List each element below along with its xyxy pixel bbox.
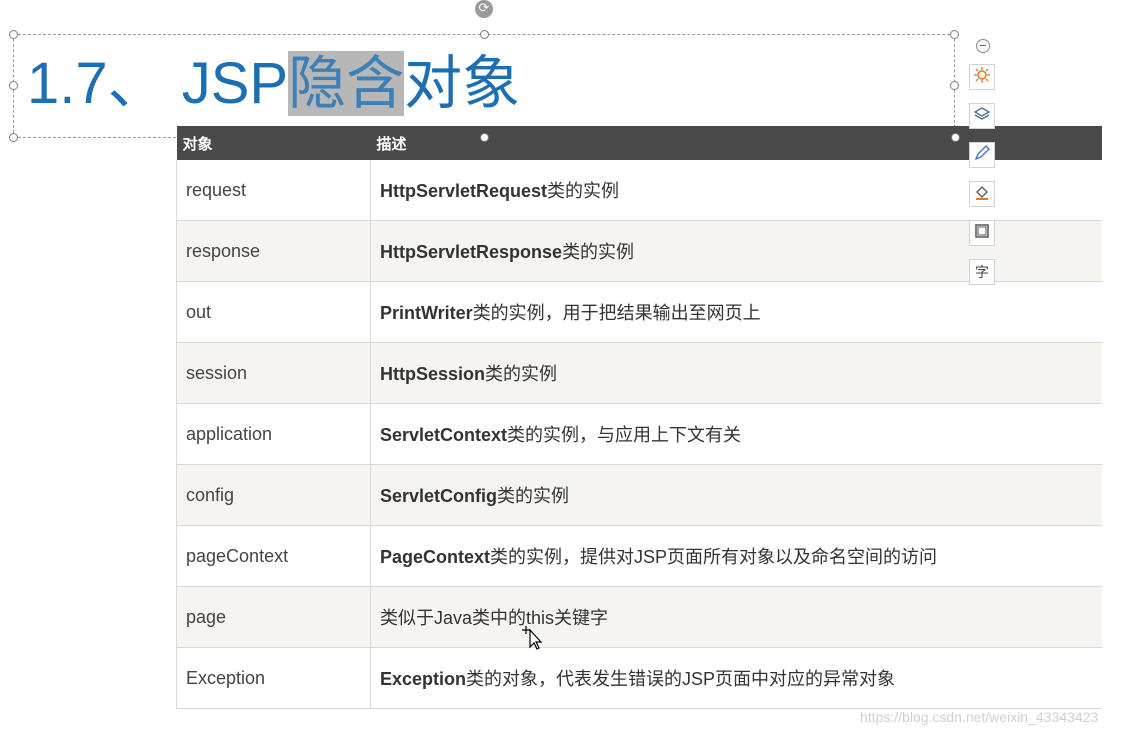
description-text: 类的实例，提供对JSP页面所有对象以及命名空间的访问 — [490, 547, 938, 567]
object-cell: request — [176, 160, 371, 221]
animation-icon — [973, 66, 991, 88]
title-selected-text: 隐含 — [288, 51, 405, 116]
table-handle-top-right[interactable] — [951, 133, 960, 142]
class-name: PageContext — [380, 547, 491, 567]
object-cell: pageContext — [176, 525, 371, 587]
object-cell: response — [176, 220, 371, 282]
description-text: 类的实例 — [497, 486, 570, 506]
table-row: Exception Exception类的对象，代表发生错误的JSP页面中对应的… — [176, 647, 1102, 709]
description-text: 类的实例 — [562, 242, 635, 262]
mouse-cursor-icon — [522, 626, 543, 650]
table-row: response HttpServletResponse类的实例 — [176, 220, 1102, 282]
table-handle-top-mid[interactable] — [480, 133, 489, 142]
description-cell: Exception类的对象，代表发生错误的JSP页面中对应的异常对象 — [370, 647, 1102, 709]
object-cell: application — [176, 403, 371, 465]
object-cell: out — [176, 281, 371, 343]
collapse-icon[interactable] — [976, 39, 990, 53]
description-text: 类的实例，用于把结果输出至网页上 — [472, 303, 761, 323]
watermark-text: https://blog.csdn.net/weixin_43343423 — [860, 709, 1099, 725]
description-cell: ServletContext类的实例，与应用上下文有关 — [370, 403, 1102, 465]
table-header-row: 对象 描述 — [176, 126, 1102, 160]
table-row: config ServletConfig类的实例 — [176, 464, 1102, 526]
class-name: PrintWriter — [380, 303, 473, 323]
description-cell: PageContext类的实例，提供对JSP页面所有对象以及命名空间的访问 — [370, 525, 1102, 587]
title-prefix: 1.7、 JSP — [27, 51, 289, 116]
class-name: HttpServletResponse — [380, 242, 563, 262]
resize-handle-tl[interactable] — [9, 30, 18, 39]
description-text: 类的实例 — [485, 364, 558, 384]
class-name: HttpServletRequest — [380, 181, 548, 201]
class-name: ServletContext — [380, 425, 508, 445]
resize-handle-ml[interactable] — [9, 81, 18, 90]
description-cell: 类似于Java类中的this关键字 — [370, 586, 1102, 648]
table-row: request HttpServletRequest类的实例 — [176, 160, 1102, 221]
description-text: 类似于Java类中的this关键字 — [380, 608, 609, 628]
header-object: 对象 — [176, 126, 371, 160]
pen-icon — [973, 144, 991, 166]
fill-button[interactable] — [969, 181, 995, 207]
object-cell: page — [176, 586, 371, 648]
implicit-objects-table: 对象 描述 request HttpServletRequest类的实例 res… — [176, 126, 1102, 709]
title-suffix: 对象 — [404, 51, 521, 116]
layers-icon — [973, 105, 991, 127]
object-cell: Exception — [176, 647, 371, 709]
table-row: pageContext PageContext类的实例，提供对JSP页面所有对象… — [176, 525, 1102, 587]
object-cell: config — [176, 464, 371, 526]
table-row: page 类似于Java类中的this关键字 — [176, 586, 1102, 648]
table-row: out PrintWriter类的实例，用于把结果输出至网页上 — [176, 281, 1102, 343]
resize-handle-tr[interactable] — [950, 30, 959, 39]
border-icon — [973, 222, 991, 244]
class-name: ServletConfig — [380, 486, 498, 506]
animation-button[interactable] — [969, 64, 995, 90]
fill-icon — [973, 183, 991, 205]
description-cell: PrintWriter类的实例，用于把结果输出至网页上 — [370, 281, 1102, 343]
rotate-handle[interactable]: ⟳ — [475, 0, 493, 18]
font-button[interactable]: 字 — [969, 259, 995, 285]
slide-title[interactable]: 1.7、 JSP隐含对象 — [27, 44, 520, 124]
table-row: application ServletContext类的实例，与应用上下文有关 — [176, 403, 1102, 465]
description-text: 类的实例 — [547, 181, 620, 201]
table-row: session HttpSession类的实例 — [176, 342, 1102, 404]
layers-button[interactable] — [969, 103, 995, 129]
pen-button[interactable] — [969, 142, 995, 168]
description-cell: HttpSession类的实例 — [370, 342, 1102, 404]
class-name: Exception — [380, 669, 467, 689]
object-cell: session — [176, 342, 371, 404]
description-text: 类的对象，代表发生错误的JSP页面中对应的异常对象 — [466, 669, 896, 689]
resize-handle-mr[interactable] — [950, 81, 959, 90]
description-text: 类的实例，与应用上下文有关 — [507, 425, 742, 445]
description-cell: ServletConfig类的实例 — [370, 464, 1102, 526]
font-icon: 字 — [975, 265, 989, 281]
resize-handle-bl[interactable] — [9, 133, 18, 142]
resize-handle-tm[interactable] — [480, 30, 489, 39]
border-button[interactable] — [969, 220, 995, 246]
class-name: HttpSession — [380, 364, 486, 384]
